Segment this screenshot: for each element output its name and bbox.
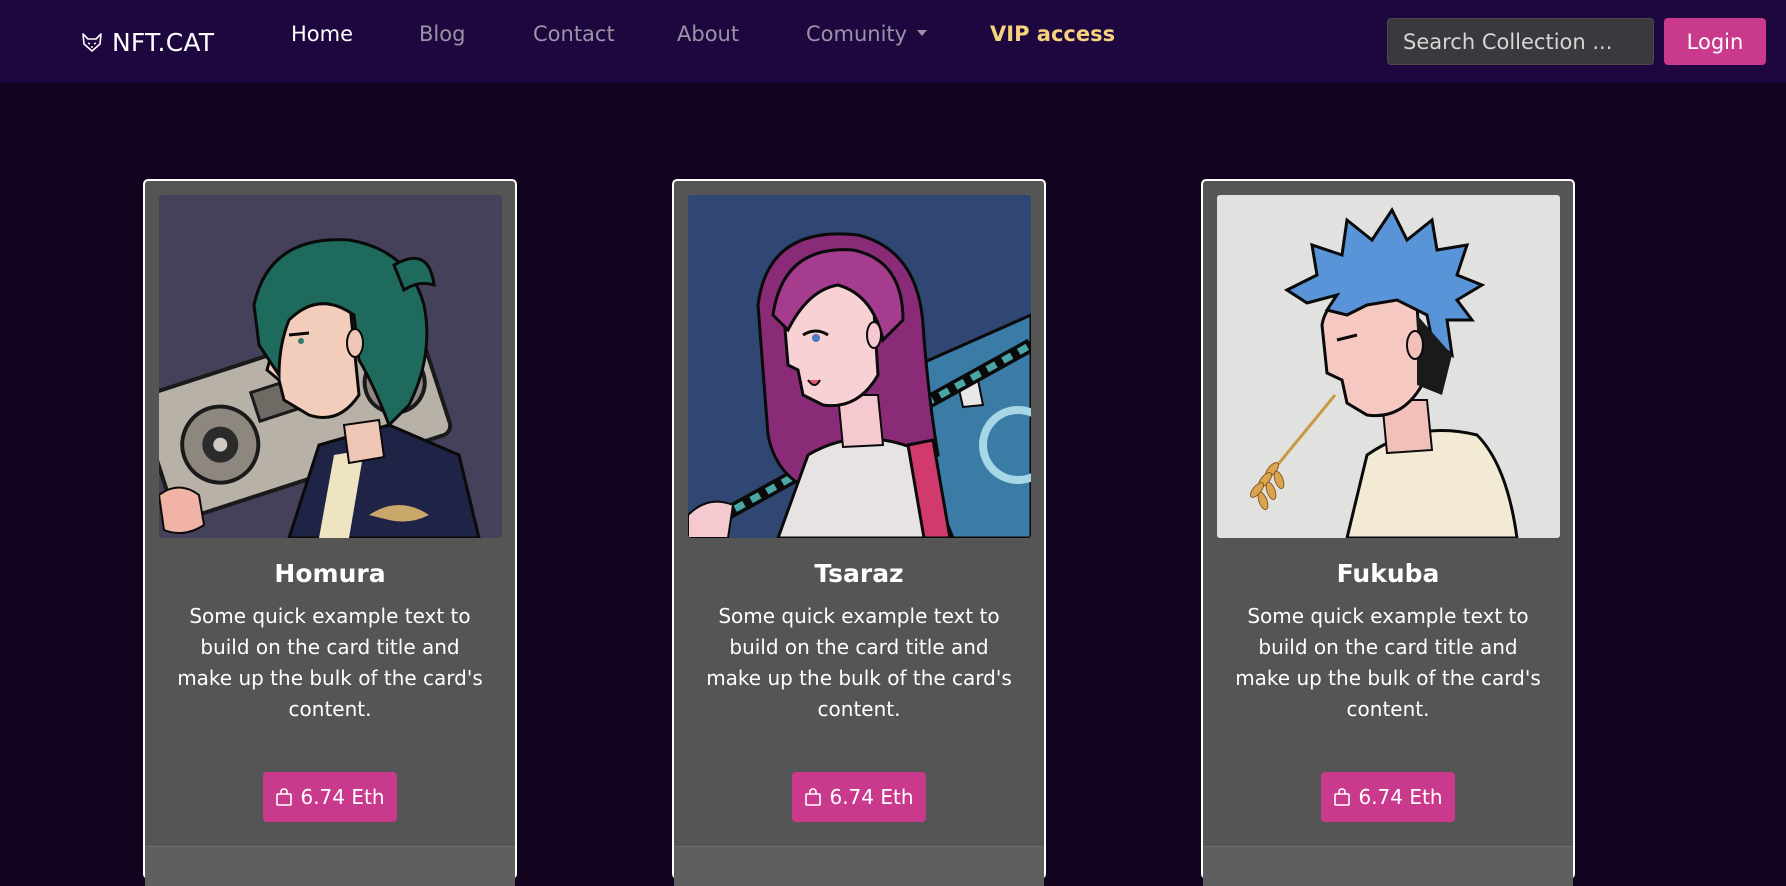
navbar: NFT.CAT Home Blog Contact About Comunity… [0,0,1786,83]
nft-card-footer [674,846,1044,886]
buy-button[interactable]: 6.74 Eth [1321,772,1455,822]
caret-down-icon [917,30,928,36]
nav-link-contact[interactable]: Contact [533,22,615,46]
nav-link-about[interactable]: About [677,22,739,46]
nft-card-title: Fukuba [1336,559,1440,588]
nft-card-description: Some quick example text to build on the … [706,604,1012,721]
nft-card: Tsaraz Some quick example text to build … [672,179,1046,886]
nav-link-blog[interactable]: Blog [419,22,465,46]
brand-name: NFT.CAT [112,27,215,57]
shopping-bag-icon [1334,788,1351,806]
buy-button-price: 6.74 Eth [1358,785,1443,809]
nft-artwork-fukuba [1217,195,1560,538]
nft-card: Fukuba Some quick example text to build … [1201,179,1575,886]
nft-card-title: Homura [274,559,386,588]
shopping-bag-icon [805,788,822,806]
search-input[interactable] [1387,18,1654,65]
nft-card-image[interactable] [1217,195,1560,538]
cat-logo-icon [82,33,102,52]
nft-card-title: Tsaraz [814,559,904,588]
shopping-bag-icon [276,788,293,806]
nft-card: Homura Some quick example text to build … [143,179,517,886]
buy-button-price: 6.74 Eth [300,785,385,809]
nav-link-community-dropdown[interactable]: Comunity [806,22,928,46]
nav-link-community-label: Comunity [806,22,908,46]
nav-link-home[interactable]: Home [291,22,353,46]
brand-link[interactable]: NFT.CAT [80,26,214,58]
nft-artwork-tsaraz [688,195,1031,538]
buy-button-price: 6.74 Eth [829,785,914,809]
buy-button[interactable]: 6.74 Eth [792,772,926,822]
buy-button[interactable]: 6.74 Eth [263,772,397,822]
nav-link-vip-access[interactable]: VIP access [990,22,1115,46]
nft-card-description: Some quick example text to build on the … [1235,604,1541,721]
nft-card-image[interactable] [688,195,1031,538]
nft-card-image[interactable] [159,195,502,538]
nft-card-footer [1203,846,1573,886]
login-button[interactable]: Login [1664,18,1766,65]
nft-card-footer [145,846,515,886]
nft-artwork-homura [159,195,502,538]
nft-card-description: Some quick example text to build on the … [177,604,483,721]
